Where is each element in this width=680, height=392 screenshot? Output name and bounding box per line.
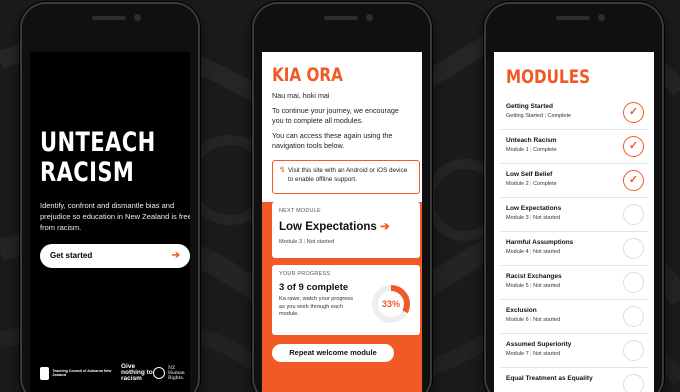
module-status: Not started: [533, 283, 561, 289]
next-module-meta: Module 3 | Not started: [279, 239, 334, 245]
phone-notch: [486, 4, 662, 52]
repeat-welcome-button[interactable]: Repeat welcome module: [272, 344, 394, 362]
module-status: Not started: [533, 317, 561, 323]
module-list-item[interactable]: Harmful Assumptions Module 4 | Not starte…: [500, 232, 648, 266]
headline-line-1: UNTEACH: [40, 127, 156, 158]
next-module-name: Low Expectations ➔: [279, 219, 413, 233]
module-name: Racist Exchanges: [506, 273, 562, 280]
progress-percent: 33%: [382, 299, 400, 309]
module-meta: Module 5 | Not started: [506, 283, 561, 289]
intro-text: To continue your journey, we encourage y…: [272, 106, 399, 125]
module-name: Low Expectations: [506, 205, 562, 212]
module-list-item[interactable]: Assumed Superiority Module 7 | Not starte…: [500, 334, 648, 368]
nz-human-rights-logo: NZ Human Rights.: [153, 366, 190, 381]
progress-ring: 33%: [372, 285, 410, 323]
progress-label: YOUR PROGRESS: [279, 271, 331, 277]
home-screen: KIA ORA Nau mai, hoki mai To continue yo…: [262, 52, 422, 392]
empty-circle-icon: [623, 204, 644, 225]
module-name: Assumed Superiority: [506, 341, 572, 348]
module-name: Exclusion: [506, 307, 537, 314]
get-started-label: Get started: [50, 251, 93, 260]
partner-logos: Teaching Council of Aotearoa New Zealand…: [40, 363, 190, 382]
arrow-right-icon: ➔: [379, 221, 390, 233]
checkmark-circle-icon: ✓: [623, 170, 644, 191]
phone-notch: [254, 4, 430, 52]
teaching-council-logo: Teaching Council of Aotearoa New Zealand: [40, 366, 121, 380]
module-status: Complete: [547, 113, 572, 119]
module-name: Unteach Racism: [506, 137, 557, 144]
module-number: Module 5: [506, 283, 529, 289]
headline-line-2: RACISM: [40, 157, 135, 188]
module-name: Getting Started: [506, 103, 553, 110]
module-number: Module 7: [506, 351, 529, 357]
module-number: Module 1: [506, 147, 529, 153]
greeting-text: Nau mai, hoki mai: [272, 91, 330, 100]
module-meta: Module 6 | Not started: [506, 317, 561, 323]
module-number: Module 6: [506, 317, 529, 323]
module-number: Module 3: [506, 215, 529, 221]
module-meta: Module 2 | Complete: [506, 181, 557, 187]
module-meta: Module 4 | Not started: [506, 249, 561, 255]
module-list-item[interactable]: Exclusion Module 6 | Not started: [500, 300, 648, 334]
module-status: Not started: [533, 351, 561, 357]
access-text: You can access these again using the nav…: [272, 131, 393, 150]
modules-screen: MODULES Getting Started Getting Started |…: [494, 52, 654, 392]
phone-modules: MODULES Getting Started Getting Started |…: [484, 2, 664, 392]
nz-human-rights-text: NZ Human Rights.: [168, 365, 185, 381]
phone-home: KIA ORA Nau mai, hoki mai To continue yo…: [252, 2, 432, 392]
arrow-right-icon: ➔: [171, 250, 180, 261]
page-title: KIA ORA: [272, 64, 343, 86]
progress-card: YOUR PROGRESS 3 of 9 complete Ka rawe; w…: [272, 265, 420, 335]
module-meta: Module 7 | Not started: [506, 351, 561, 357]
module-status: Complete: [533, 181, 557, 187]
empty-circle-icon: [623, 306, 644, 327]
module-number: Module 2: [506, 181, 529, 187]
welcome-subtitle: Identify, confront and dismantle bias an…: [40, 201, 190, 232]
module-list-item[interactable]: Unteach Racism Module 1 | Complete ✓: [500, 130, 648, 164]
module-meta: Module 1 | Complete: [506, 147, 557, 153]
module-status: Not started: [533, 215, 561, 221]
give-nothing-text: Give nothing to racism: [121, 363, 153, 382]
phone-welcome: UNTEACH RACISM Identify, confront and di…: [20, 2, 200, 392]
module-list-item[interactable]: Equal Treatment as Equality: [500, 368, 648, 392]
module-number: Module 4: [506, 249, 529, 255]
module-meta: Module 3 | Not started: [506, 215, 561, 221]
give-nothing-to-racism-logo: Give nothing to racism: [121, 363, 153, 382]
welcome-headline: UNTEACH RACISM: [40, 128, 156, 188]
next-module-name-text: Low Expectations: [279, 221, 377, 233]
empty-circle-icon: [623, 340, 644, 361]
checkmark-circle-icon: ✓: [623, 102, 644, 123]
module-status: Complete: [533, 147, 557, 153]
module-list-item[interactable]: Low Self Belief Module 2 | Complete ✓: [500, 164, 648, 198]
module-list: Getting Started Getting Started | Complet…: [494, 96, 654, 392]
module-meta: Getting Started | Complete: [506, 113, 572, 119]
phone-notch: [22, 4, 198, 52]
module-name: Harmful Assumptions: [506, 239, 574, 246]
empty-circle-icon: [623, 238, 644, 259]
module-list-item[interactable]: Getting Started Getting Started | Complet…: [500, 96, 648, 130]
module-name: Equal Treatment as Equality: [506, 375, 593, 382]
next-module-card[interactable]: NEXT MODULE Low Expectations ➔ Module 3 …: [272, 202, 420, 258]
teaching-council-text: Teaching Council of Aotearoa New Zealand: [52, 369, 112, 377]
empty-circle-icon: [623, 374, 644, 392]
module-list-item[interactable]: Racist Exchanges Module 5 | Not started: [500, 266, 648, 300]
empty-circle-icon: [623, 272, 644, 293]
next-module-number: Module 3: [279, 239, 303, 245]
welcome-screen: UNTEACH RACISM Identify, confront and di…: [30, 52, 190, 392]
checkmark-circle-icon: ✓: [623, 136, 644, 157]
offline-notice: ↯ Visit this site with an Android or iOS…: [272, 160, 420, 194]
get-started-button[interactable]: Get started ➔: [40, 244, 190, 268]
next-module-status: Not started: [306, 239, 334, 245]
module-name: Low Self Belief: [506, 171, 553, 178]
module-status: Not started: [533, 249, 561, 255]
next-module-label: NEXT MODULE: [279, 208, 321, 214]
offline-notice-text: Visit this site with an Android or iOS d…: [288, 167, 408, 183]
module-list-item[interactable]: Low Expectations Module 3 | Not started: [500, 198, 648, 232]
module-number: Getting Started: [506, 113, 543, 119]
lightning-icon: ↯: [279, 165, 286, 174]
progress-description: Ka rawe; watch your progress as you work…: [279, 296, 353, 317]
page-title: MODULES: [506, 66, 591, 88]
